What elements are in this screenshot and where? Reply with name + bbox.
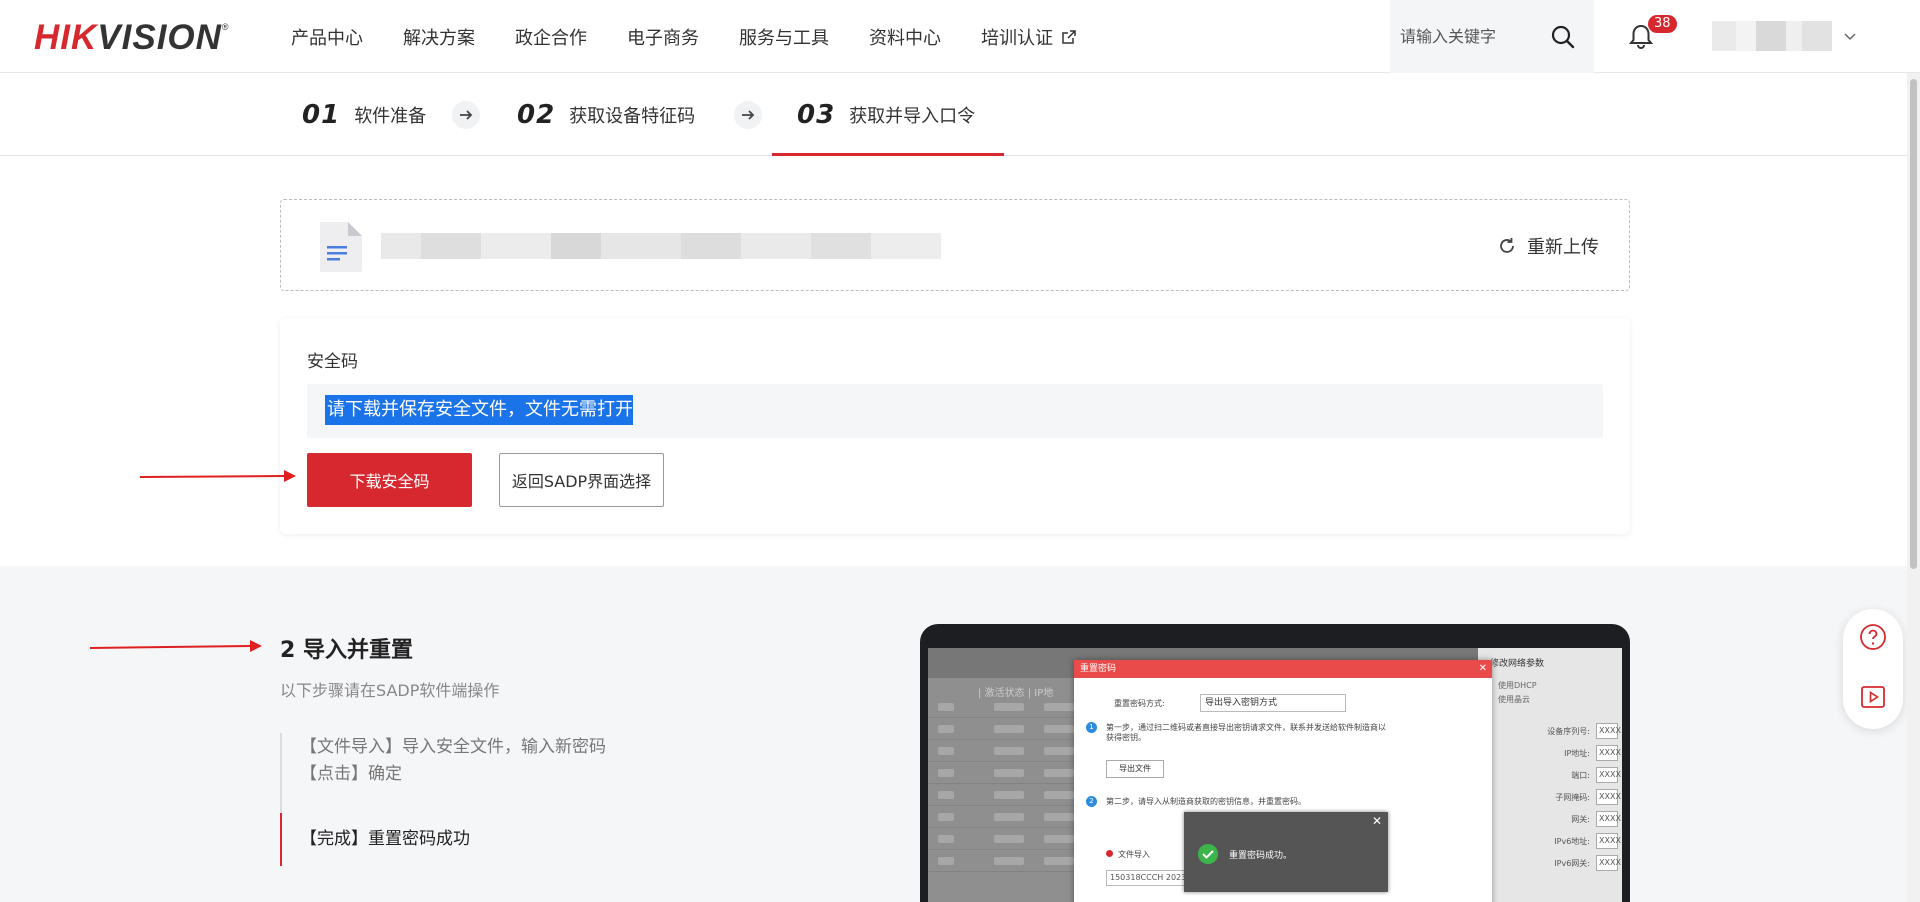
step-3[interactable]: 03 获取并导入口令 — [797, 73, 975, 156]
security-code-card: 安全码 请下载并保存安全文件，文件无需打开 下载安全码 返回SADP界面选择 — [280, 318, 1630, 534]
security-code-title: 安全码 — [307, 352, 358, 372]
network-params-panel: 修改网络参数 使用DHCP 使用晶云 设备序列号: XXXX IP地址: XXX… — [1478, 648, 1622, 902]
active-step-indicator — [772, 153, 1004, 156]
search-input[interactable] — [1400, 27, 1540, 46]
annotation-arrow-icon — [89, 640, 262, 652]
step-2[interactable]: 02 获取设备特征码 — [517, 73, 695, 156]
annotation-arrow-icon — [139, 470, 296, 482]
help-icon[interactable] — [1859, 623, 1887, 651]
document-icon — [320, 222, 362, 272]
search-icon[interactable] — [1550, 24, 1576, 50]
nav-resources[interactable]: 资料中心 — [869, 24, 941, 50]
section-subtitle: 以下步骤请在SADP软件端操作 — [280, 681, 500, 700]
back-to-sadp-button[interactable]: 返回SADP界面选择 — [499, 453, 664, 507]
scrollbar-thumb[interactable] — [1910, 79, 1917, 569]
external-link-icon — [1062, 29, 1076, 44]
refresh-icon — [1500, 238, 1514, 253]
hikvision-logo[interactable]: HIKVISION® — [34, 18, 230, 58]
nav-ecommerce[interactable]: 电子商务 — [627, 24, 699, 50]
step-arrow-icon — [452, 101, 480, 129]
reupload-button[interactable]: 重新上传 — [1497, 233, 1599, 259]
nav-solutions[interactable]: 解决方案 — [403, 24, 475, 50]
sadp-screenshot-illustration: | 激活状态 | IP地 修改网络参数 使用DHCP 使用晶云 设备序列号: X… — [920, 624, 1630, 902]
close-icon: ✕ — [1478, 663, 1487, 674]
close-icon: ✕ — [1371, 814, 1382, 828]
user-avatar-blurred[interactable] — [1712, 21, 1832, 51]
instruction-list: 【文件导入】导入安全文件，输入新密码 【点击】确定 【完成】重置密码成功 — [280, 733, 780, 866]
progress-steps: 01 软件准备 02 获取设备特征码 03 获取并导入口令 — [0, 73, 1907, 156]
security-code-box[interactable]: 请下载并保存安全文件，文件无需打开 — [307, 384, 1603, 438]
top-header: HIKVISION® 产品中心 解决方案 政企合作 电子商务 服务与工具 资料中… — [0, 0, 1920, 73]
video-play-icon[interactable] — [1859, 683, 1887, 711]
nav-training[interactable]: 培训认证 — [981, 24, 1077, 50]
instruction-item: 【文件导入】导入安全文件，输入新密码 — [300, 737, 606, 757]
chevron-down-icon[interactable] — [1842, 28, 1858, 44]
search-box — [1390, 0, 1594, 73]
page-scrollbar[interactable] — [1907, 73, 1920, 902]
step-1[interactable]: 01 软件准备 — [302, 73, 426, 156]
floating-help-widget — [1843, 609, 1903, 729]
instruction-item-active: 【完成】重置密码成功 — [300, 829, 470, 849]
device-list — [928, 696, 1078, 872]
uploaded-file-card: 重新上传 — [280, 199, 1630, 291]
section-title: 2 导入并重置 — [280, 638, 413, 663]
check-circle-icon — [1198, 844, 1218, 864]
nav-products[interactable]: 产品中心 — [291, 24, 363, 50]
active-item-indicator — [280, 813, 282, 866]
nav-enterprise[interactable]: 政企合作 — [515, 24, 587, 50]
success-toast: ✕ 重置密码成功。 — [1184, 812, 1388, 892]
main-nav: 产品中心 解决方案 政企合作 电子商务 服务与工具 资料中心 培训认证 — [291, 0, 1117, 73]
instruction-item: 【点击】确定 — [300, 764, 402, 784]
tablet-screen: | 激活状态 | IP地 修改网络参数 使用DHCP 使用晶云 设备序列号: X… — [928, 648, 1622, 902]
nav-service-tools[interactable]: 服务与工具 — [739, 24, 829, 50]
security-code-message[interactable]: 请下载并保存安全文件，文件无需打开 — [325, 395, 633, 425]
step-arrow-icon — [734, 101, 762, 129]
file-name-blurred — [381, 233, 941, 259]
notification-badge: 38 — [1648, 15, 1677, 33]
download-security-code-button[interactable]: 下载安全码 — [307, 453, 472, 507]
